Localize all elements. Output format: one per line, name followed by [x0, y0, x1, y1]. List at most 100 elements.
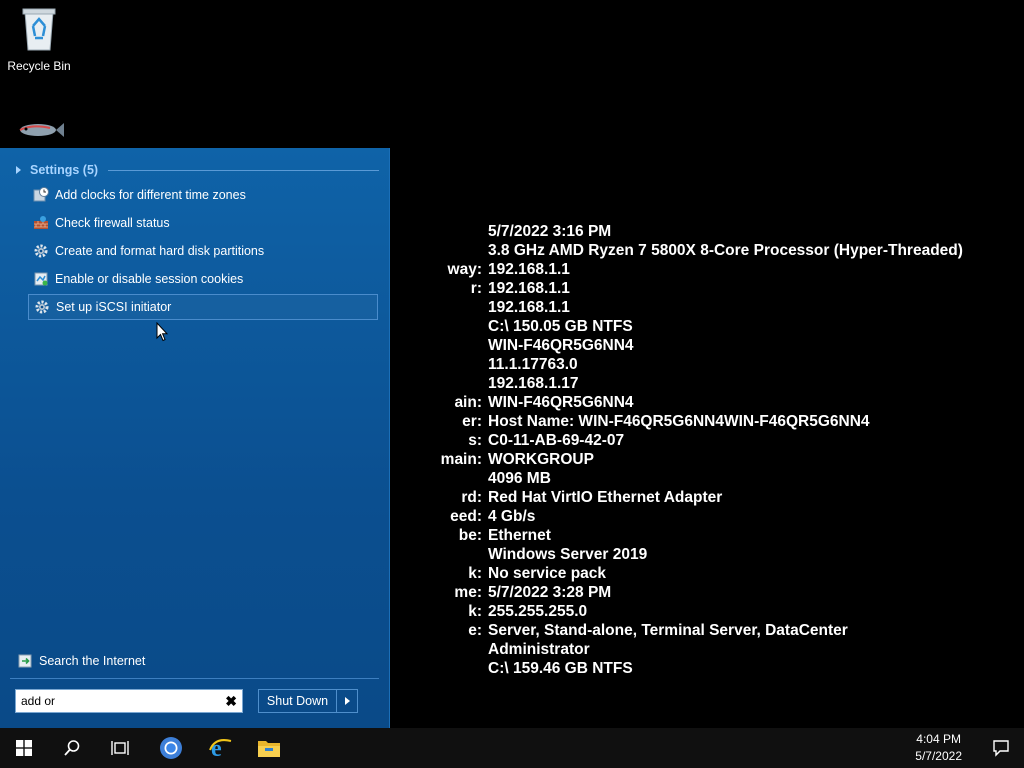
gear-icon [32, 242, 50, 260]
search-internet-link[interactable]: Search the Internet [18, 652, 145, 670]
recycle-bin-icon [22, 8, 56, 51]
info-value: 5/7/2022 3:28 PM [488, 584, 612, 601]
system-clock[interactable]: 4:04 PM 5/7/2022 [915, 731, 962, 765]
result-label: Create and format hard disk partitions [55, 244, 265, 258]
info-label: eed: [450, 508, 482, 525]
info-label: er: [462, 413, 482, 430]
notification-icon [993, 740, 1009, 757]
chrome-taskbar-button[interactable] [147, 728, 195, 768]
info-value: WIN-F46QR5G6NN4 [488, 394, 634, 411]
shutdown-button[interactable]: Shut Down [259, 694, 336, 708]
ie-taskbar-button[interactable]: e [196, 728, 244, 768]
search-value: add or [21, 694, 56, 708]
clock-icon [32, 186, 50, 204]
info-value: 192.168.1.17 [488, 375, 579, 392]
file-explorer-taskbar-button[interactable] [245, 728, 293, 768]
info-label [390, 355, 482, 374]
windows-logo-icon [16, 740, 32, 756]
info-value: 4096 MB [488, 470, 551, 487]
info-label: me: [454, 584, 482, 601]
info-label [390, 336, 482, 355]
search-button[interactable] [48, 728, 96, 768]
fish-icon [19, 123, 64, 137]
action-center-button[interactable] [978, 728, 1024, 768]
result-disk-partitions[interactable]: Create and format hard disk partitions [28, 238, 378, 264]
recycle-bin-shortcut[interactable]: Recycle Bin [4, 6, 74, 73]
info-value: Administrator [488, 641, 590, 658]
info-label [390, 659, 482, 678]
info-label [390, 317, 482, 336]
info-value: C:\ 150.05 GB NTFS [488, 318, 633, 335]
system-info-values: 5/7/2022 3:16 PM 3.8 GHz AMD Ryzen 7 5800… [488, 222, 963, 678]
info-value: Windows Server 2019 [488, 546, 648, 563]
clock-time: 4:04 PM [916, 732, 961, 746]
info-label [390, 298, 482, 317]
info-label [390, 640, 482, 659]
info-label: ain: [454, 394, 482, 411]
info-value: 255.255.255.0 [488, 603, 588, 620]
info-label: k: [468, 603, 482, 620]
info-value: WORKGROUP [488, 451, 594, 468]
info-value: 192.168.1.1 [488, 280, 570, 297]
result-label: Enable or disable session cookies [55, 272, 244, 286]
info-label: way: [447, 261, 482, 278]
search-internet-icon [18, 654, 32, 668]
info-label [390, 545, 482, 564]
result-iscsi-initiator[interactable]: Set up iSCSI initiator [28, 294, 378, 320]
info-value: Ethernet [488, 527, 551, 544]
settings-section-header[interactable]: Settings (5) [16, 162, 379, 178]
info-value: C:\ 159.46 GB NTFS [488, 660, 633, 677]
shutdown-options-button[interactable] [336, 690, 357, 712]
info-label: rd: [461, 489, 482, 506]
info-value: Server, Stand-alone, Terminal Server, Da… [488, 622, 848, 639]
gear-icon [33, 298, 51, 316]
info-label: main: [440, 451, 482, 468]
info-value: 192.168.1.1 [488, 299, 570, 316]
taskbar: e 4:04 PM 5/7/2022 [0, 728, 1024, 768]
info-label [390, 241, 482, 260]
chevron-right-icon [344, 697, 350, 705]
mouse-cursor-icon [156, 322, 168, 342]
info-value: Red Hat VirtIO Ethernet Adapter [488, 489, 723, 506]
info-label: r: [470, 280, 482, 297]
info-label [390, 374, 482, 393]
fish-shortcut[interactable] [4, 118, 74, 148]
folder-icon [258, 741, 280, 757]
info-value: Host Name: WIN-F46QR5G6NN4WIN-F46QR5G6NN… [488, 413, 870, 430]
firewall-icon [32, 214, 50, 232]
cookie-icon [32, 270, 50, 288]
shutdown-button-group: Shut Down [258, 689, 358, 713]
system-info-labels: way: r: ain: er: s: main: rd: eed: be: k: me: k: e: [390, 222, 482, 678]
info-value: 11.1.17763.0 [488, 356, 578, 373]
start-menu: Settings (5) Add clocks for different ti… [0, 148, 390, 728]
info-label: be: [458, 527, 482, 544]
info-value: 192.168.1.1 [488, 261, 570, 278]
info-label [390, 469, 482, 488]
info-value: C0-11-AB-69-42-07 [488, 432, 625, 449]
task-view-icon [111, 741, 129, 755]
recycle-bin-label: Recycle Bin [7, 59, 71, 73]
chrome-icon [160, 737, 182, 759]
start-search-input[interactable]: add or ✖ [15, 689, 243, 713]
expand-triangle-icon [16, 166, 21, 174]
info-value: No service pack [488, 565, 607, 582]
info-label [390, 222, 482, 241]
result-label: Set up iSCSI initiator [56, 300, 172, 314]
task-view-button[interactable] [96, 728, 144, 768]
info-value: 4 Gb/s [488, 508, 536, 525]
start-button[interactable] [0, 728, 48, 768]
clear-search-icon[interactable]: ✖ [225, 693, 237, 710]
result-session-cookies[interactable]: Enable or disable session cookies [28, 266, 378, 292]
section-title: Settings (5) [30, 163, 99, 177]
internet-explorer-icon: e [209, 736, 232, 761]
menu-separator [10, 678, 379, 679]
result-add-clocks[interactable]: Add clocks for different time zones [28, 182, 378, 208]
section-rule [108, 169, 379, 171]
info-value: WIN-F46QR5G6NN4 [488, 337, 634, 354]
result-label: Add clocks for different time zones [55, 188, 246, 202]
info-value: 3.8 GHz AMD Ryzen 7 5800X 8-Core Process… [488, 242, 963, 259]
result-check-firewall[interactable]: Check firewall status [28, 210, 378, 236]
info-label: e: [468, 622, 482, 639]
info-label: s: [468, 432, 482, 449]
result-label: Check firewall status [55, 216, 170, 230]
